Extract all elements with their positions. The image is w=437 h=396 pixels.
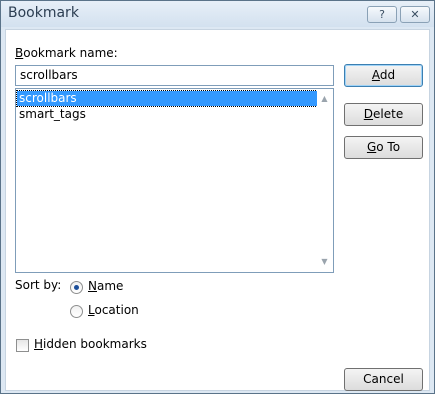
window-title: Bookmark: [8, 5, 79, 21]
go-to-button[interactable]: Go To: [344, 136, 423, 159]
list-item-scrollbars[interactable]: scrollbars: [16, 90, 318, 107]
sort-by-label: Sort by:: [15, 278, 62, 292]
sort-name-radio[interactable]: [70, 281, 83, 294]
cancel-button[interactable]: Cancel: [344, 368, 423, 391]
close-button[interactable]: ✕: [400, 6, 430, 23]
list-item-smart-tags[interactable]: smart_tags: [17, 107, 317, 122]
title-bar: Bookmark ? ✕: [1, 1, 434, 27]
help-button[interactable]: ?: [367, 6, 397, 23]
scroll-up-arrow-icon[interactable]: ▲: [317, 92, 332, 106]
radio-selected-dot-icon: [74, 285, 79, 290]
bookmark-name-label: Bookmark name:: [15, 46, 118, 60]
sort-location-label[interactable]: Location: [88, 303, 139, 317]
dialog-body: Bookmark name: scrollbars scrollbars sma…: [5, 29, 430, 391]
list-scrollbar[interactable]: ▲ ▼: [317, 90, 332, 271]
scroll-down-arrow-icon[interactable]: ▼: [317, 255, 332, 269]
bookmark-list[interactable]: scrollbars smart_tags ▲ ▼: [15, 88, 334, 273]
sort-location-radio[interactable]: [70, 305, 83, 318]
sort-name-label[interactable]: Name: [88, 279, 123, 293]
hidden-bookmarks-label[interactable]: Hidden bookmarks: [34, 337, 147, 351]
add-button[interactable]: Add: [344, 64, 423, 87]
bookmark-name-input[interactable]: scrollbars: [15, 65, 334, 86]
bookmark-dialog: Bookmark ? ✕ Bookmark name: scrollbars s…: [0, 0, 435, 394]
hidden-bookmarks-checkbox[interactable]: [16, 339, 29, 352]
delete-button[interactable]: Delete: [344, 103, 423, 126]
